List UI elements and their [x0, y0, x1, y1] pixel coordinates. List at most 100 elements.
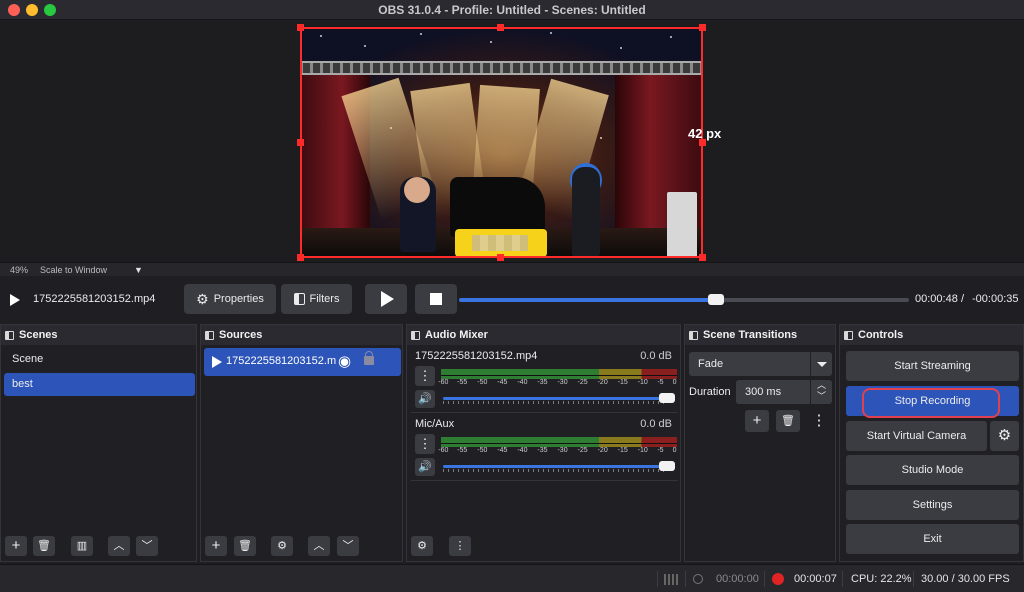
resize-handle[interactable] [699, 24, 706, 31]
move-up-button[interactable]: ︿ [108, 536, 130, 556]
transition-select[interactable]: Fade [689, 352, 832, 376]
gear-icon: ⚙ [196, 291, 209, 307]
stream-time: 00:00:00 [716, 573, 759, 585]
channel-db: 0.0 dB [640, 350, 672, 362]
move-up-button[interactable]: ︿ [308, 536, 330, 556]
controls-title: Controls [858, 329, 904, 341]
settings-button[interactable]: Settings [846, 490, 1019, 520]
stream-status-icon [693, 574, 703, 584]
advanced-audio-gear-icon[interactable]: ⚙ [411, 536, 433, 556]
resize-handle[interactable] [699, 254, 706, 261]
resize-handle[interactable] [497, 24, 504, 31]
gear-icon[interactable]: ⚙ [990, 421, 1019, 451]
add-transition-button[interactable]: + [745, 410, 769, 432]
scene-transitions-dock: Scene Transitions Fade Duration 300 ms ︿… [684, 324, 836, 562]
trash-icon[interactable]: 🗑 [234, 536, 256, 556]
stop-icon [430, 293, 442, 305]
scene-item[interactable]: Scene [4, 348, 195, 371]
channel-name: Mic/Aux [415, 418, 455, 430]
zoom-mode-select[interactable]: Scale to Window [40, 265, 107, 275]
resize-handle[interactable] [297, 139, 304, 146]
scene-item-selected[interactable]: best [4, 373, 195, 396]
trash-icon[interactable]: 🗑 [33, 536, 55, 556]
fps-readout: 30.00 / 30.00 FPS [921, 573, 1010, 585]
resize-handle[interactable] [297, 254, 304, 261]
lock-icon[interactable] [364, 351, 374, 365]
window-title: OBS 31.0.4 - Profile: Untitled - Scenes:… [378, 3, 646, 17]
audio-mixer-dock: Audio Mixer 1752225581203152.mp4 0.0 dB … [406, 324, 681, 562]
play-icon [381, 291, 394, 307]
move-down-button[interactable]: ﹀ [337, 536, 359, 556]
seek-progress [459, 298, 716, 302]
selection-frame[interactable] [300, 27, 703, 258]
mixer-channel: Mic/Aux 0.0 dB ⋮ -60 -55 -50 -45 -40 -35… [411, 415, 678, 481]
start-streaming-button[interactable]: Start Streaming [846, 351, 1019, 381]
volume-handle[interactable] [659, 393, 675, 403]
exit-button[interactable]: Exit [846, 524, 1019, 554]
volume-meter [441, 369, 677, 379]
stop-button[interactable] [415, 284, 457, 314]
transition-value: Fade [698, 358, 724, 370]
source-name: 1752225581203152.m [226, 355, 337, 367]
media-file-name: 1752225581203152.mp4 [33, 293, 156, 305]
add-scene-button[interactable]: + [5, 536, 27, 556]
more-options-icon[interactable]: ⋮ [415, 366, 435, 386]
cpu-usage: CPU: 22.2% [851, 573, 912, 585]
spin-arrows-icon[interactable]: ︿ ﹀ [810, 380, 832, 404]
channel-db: 0.0 dB [640, 418, 672, 430]
resize-handle[interactable] [297, 24, 304, 31]
eye-icon[interactable]: ◉ [338, 352, 351, 370]
trash-icon[interactable]: 🗑 [776, 410, 800, 432]
studio-mode-button[interactable]: Studio Mode [846, 455, 1019, 485]
media-controls: 1752225581203152.mp4 ⚙ Properties Filter… [0, 278, 1024, 322]
record-time: 00:00:07 [794, 573, 837, 585]
duration-spinbox[interactable]: 300 ms ︿ ﹀ [736, 380, 832, 404]
more-options-icon[interactable]: ⋮ [807, 410, 831, 432]
dock-icon [5, 330, 14, 340]
dock-icon [205, 330, 214, 340]
volume-slider[interactable] [443, 397, 675, 400]
media-source-icon [212, 356, 222, 368]
title-bar: OBS 31.0.4 - Profile: Untitled - Scenes:… [0, 0, 1024, 20]
move-down-button[interactable]: ﹀ [136, 536, 158, 556]
seek-handle[interactable] [707, 294, 724, 305]
dock-icon [411, 330, 420, 340]
transitions-header: Scene Transitions [685, 325, 835, 345]
mixer-channel: 1752225581203152.mp4 0.0 dB ⋮ -60 -55 -5… [411, 347, 678, 413]
properties-label: Properties [213, 293, 264, 305]
speaker-icon[interactable]: 🔊 [415, 458, 435, 476]
seek-slider[interactable] [459, 294, 909, 305]
time-separator: / [961, 293, 965, 305]
chevron-down-icon[interactable]: ▼ [134, 265, 143, 275]
volume-slider[interactable] [443, 465, 675, 468]
resize-handle[interactable] [497, 254, 504, 261]
sources-header: Sources [201, 325, 402, 345]
meter-scale: -60 -55 -50 -45 -40 -35 -30 -25 -20 -15 … [438, 379, 677, 386]
properties-button[interactable]: ⚙ Properties [184, 284, 276, 314]
scene-filters-button[interactable]: ▥ [71, 536, 93, 556]
duration-label: Duration [689, 386, 731, 398]
filters-button[interactable]: Filters [281, 284, 352, 314]
add-source-button[interactable]: + [205, 536, 227, 556]
volume-handle[interactable] [659, 461, 675, 471]
scenes-dock: Scenes Scene best + 🗑 ▥ ︿ ﹀ [0, 324, 197, 562]
signal-bars-icon [664, 574, 678, 585]
more-options-icon[interactable]: ⋮ [415, 434, 435, 454]
mixer-header: Audio Mixer [407, 325, 680, 345]
speaker-icon[interactable]: 🔊 [415, 390, 435, 408]
start-virtual-camera-button[interactable]: Start Virtual Camera [846, 421, 987, 451]
dock-icon [844, 330, 853, 340]
sources-dock: Sources 1752225581203152.m ◉ + 🗑 ⚙ ︿ ﹀ [200, 324, 403, 562]
duration-value: 300 ms [745, 386, 782, 398]
more-options-icon[interactable]: ⋮ [449, 536, 471, 556]
scenes-header: Scenes [1, 325, 196, 345]
play-button[interactable] [365, 284, 407, 314]
preview-area[interactable]: 42 px [0, 21, 1024, 262]
channel-name: 1752225581203152.mp4 [415, 350, 538, 362]
zoom-percent: 49% [10, 265, 29, 275]
dock-icon [689, 330, 698, 340]
gear-icon[interactable]: ⚙ [271, 536, 293, 556]
chevron-down-icon[interactable] [810, 352, 832, 376]
status-bar: 00:00:00 00:00:07 CPU: 22.2% 30.00 / 30.… [0, 564, 1024, 592]
source-item[interactable]: 1752225581203152.m ◉ [204, 348, 401, 376]
